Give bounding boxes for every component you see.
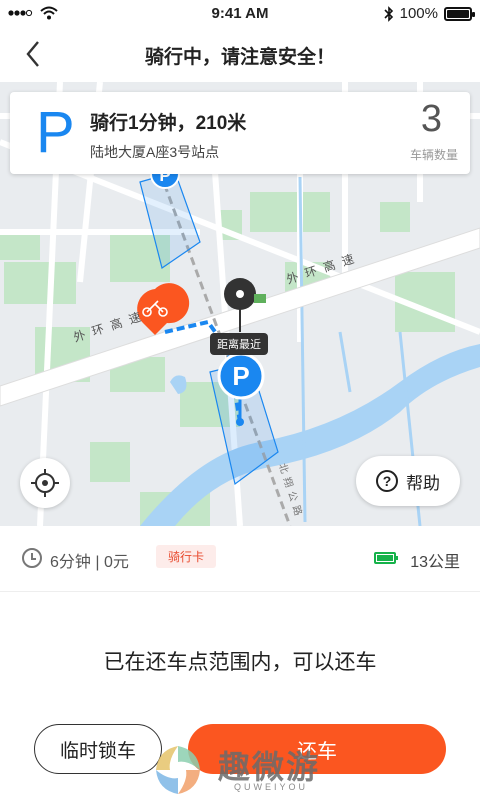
ride-status-row: 6分钟 | 0元 骑行卡 13公里 [0,526,480,592]
parking-p-icon: P [36,100,75,165]
ride-card-badge[interactable]: 骑行卡 [156,545,217,568]
watermark-sub: QUWEIYOU [234,782,309,792]
return-bike-button[interactable]: 还车 [188,724,446,774]
bike-count: 3 [420,98,442,140]
bike-count-label: 车辆数量 [409,148,458,162]
return-message: 已在还车点范围内，可以还车 [103,651,377,674]
help-label: 帮助 [406,473,440,493]
ride-info-card: P 骑行1分钟，210米 陆地大厦A座3号站点 3 车辆数量 [10,92,470,174]
page-title: 骑行中，请注意安全！ [144,47,335,68]
nearest-tooltip: 距离最近 [210,333,268,355]
help-button[interactable]: ? 帮助 [356,456,460,506]
time-cost: 6分钟 | 0元 [50,554,129,571]
station-name: 陆地大厦A座3号站点 [90,144,220,160]
remaining-range: 13公里 [410,554,460,571]
locate-button[interactable] [20,458,70,508]
battery-charge-icon [374,552,398,564]
ride-summary: 骑行1分钟，210米 [90,113,247,134]
svg-text:P: P [232,361,249,391]
question-icon: ? [376,470,398,492]
bluetooth-icon [384,5,393,22]
nav-bar: 骑行中，请注意安全！ [0,28,480,82]
map-view[interactable]: P P 外 环 高 速 外 环 高 速 北 翔 公 路 距离最近 P 骑行1分钟… [0,82,480,526]
status-bar: 9:41 AM 100% [0,0,480,28]
clock-icon [22,548,42,568]
crosshair-icon [31,469,59,497]
battery-percent: 100% [399,5,438,22]
battery-icon [444,6,475,21]
temp-lock-button[interactable]: 临时锁车 [34,724,162,774]
